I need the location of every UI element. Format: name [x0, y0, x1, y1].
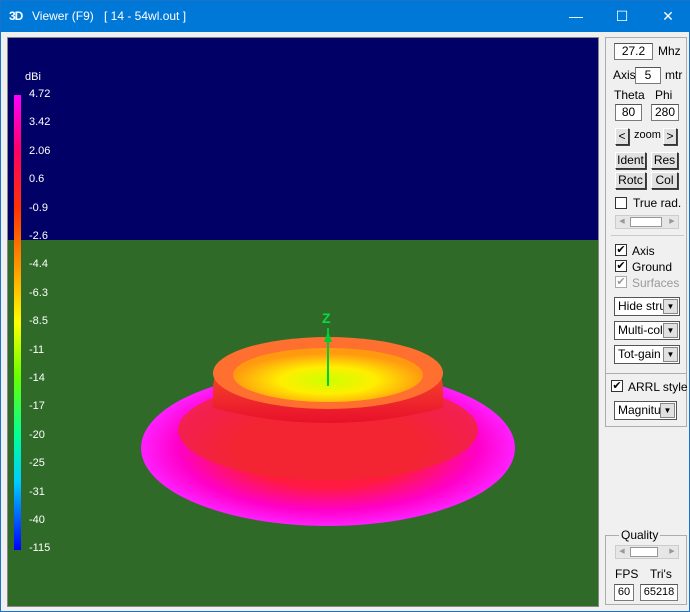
app-logo-icon: 3D [9, 9, 23, 23]
colorbar-tick-label: -6.3 [29, 286, 48, 299]
rotc-button[interactable]: Rotc [615, 172, 646, 189]
true-rad-label: True rad. [633, 196, 682, 210]
colorbar-tick-label: 2.06 [29, 144, 51, 157]
theta-input[interactable]: 80 [615, 104, 642, 121]
axis-label: Axis [613, 68, 636, 82]
colorbar-tick-label: -115 [29, 542, 51, 555]
z-axis-label: Z [322, 310, 331, 326]
surfaces-checkbox: ✔ [615, 276, 627, 288]
colorbar-tick-label: -11 [29, 343, 45, 356]
close-button[interactable]: ✕ [645, 1, 690, 32]
zoom-out-button[interactable]: < [615, 128, 629, 145]
zoom-in-button[interactable]: > [663, 128, 677, 145]
res-button[interactable]: Res [651, 152, 678, 169]
frequency-input[interactable]: 27.2 [614, 43, 653, 60]
minimize-button[interactable]: — [553, 1, 599, 32]
chevron-down-icon: ▼ [663, 299, 678, 314]
colorbar-tick-label: -31 [29, 485, 45, 498]
axis-checkbox[interactable]: ✔ [615, 244, 627, 256]
col-button[interactable]: Col [651, 172, 678, 189]
chevron-down-icon: ▼ [663, 347, 678, 362]
colorbar-tick-label: 3.42 [29, 116, 51, 129]
colorbar-tick-label: 4.72 [29, 88, 51, 100]
colorbar-tick-label: -20 [29, 428, 45, 441]
title-bar: 3D Viewer (F9) [ 14 - 54wl.out ] — ☐ ✕ [1, 1, 690, 32]
color-select-value: Multi-colo [618, 323, 670, 337]
axis-unit: mtr [665, 68, 683, 82]
tris-value: 65218 [640, 584, 678, 601]
fps-value: 60 [614, 584, 634, 601]
arrl-checkbox[interactable]: ✔ [611, 380, 623, 392]
theta-label: Theta [614, 88, 645, 102]
ground-checkbox[interactable]: ✔ [615, 260, 627, 272]
colorbar-tick-label: -4.4 [29, 258, 48, 271]
phi-input[interactable]: 280 [651, 104, 679, 121]
colorbar-unit: dBi [25, 71, 41, 83]
pattern-render [8, 38, 598, 606]
true-rad-checkbox[interactable] [615, 197, 627, 209]
colorbar-tick-label: -25 [29, 457, 45, 470]
ground-checkbox-label: Ground [632, 260, 673, 274]
file-name: [ 14 - 54wl.out ] [104, 9, 187, 23]
colorbar [14, 95, 21, 550]
color-mode-select[interactable]: Multi-colo ▼ [614, 321, 680, 340]
colorbar-tick-label: -40 [29, 514, 45, 526]
frequency-unit: Mhz [658, 44, 681, 58]
phi-label: Phi [655, 88, 673, 102]
arrl-label: ARRL style [628, 380, 688, 394]
colorbar-tick-label: -2.6 [29, 230, 48, 242]
rad-slider[interactable]: ◀ ▶ [615, 215, 679, 229]
tris-label: Tri's [650, 567, 672, 581]
surfaces-checkbox-label: Surfaces [632, 276, 680, 290]
colorbar-tick-label: -0.9 [29, 201, 48, 214]
chevron-down-icon: ▼ [663, 323, 678, 338]
zoom-label: zoom [634, 129, 661, 141]
gain-select-value: Tot-gain [618, 347, 661, 361]
axis-checkbox-label: Axis [632, 244, 655, 258]
quality-slider[interactable]: ◀ ▶ [615, 545, 679, 559]
colorbar-tick-label: -17 [29, 400, 45, 413]
colorbar-tick-label: 0.6 [29, 173, 45, 186]
window-title: Viewer (F9) [32, 9, 94, 23]
axis-input[interactable]: 5 [635, 67, 661, 84]
gain-select[interactable]: Tot-gain ▼ [614, 345, 680, 364]
maximize-button[interactable]: ☐ [599, 1, 645, 32]
colorbar-tick-label: -8.5 [29, 315, 48, 328]
fps-label: FPS [615, 567, 639, 581]
quality-label: Quality [619, 528, 661, 542]
3d-viewport[interactable]: dBi 4.72 3.42 2.06 0.6 -0.9 -2.6 -4.4 -6.3 -8.5 -… [7, 37, 599, 607]
magnitude-select[interactable]: Magnituc ▼ [614, 401, 677, 420]
colorbar-tick-label: -14 [29, 372, 45, 384]
chevron-down-icon: ▼ [660, 403, 675, 418]
structure-select[interactable]: Hide struc ▼ [614, 297, 680, 316]
ident-button[interactable]: Ident [615, 152, 646, 169]
